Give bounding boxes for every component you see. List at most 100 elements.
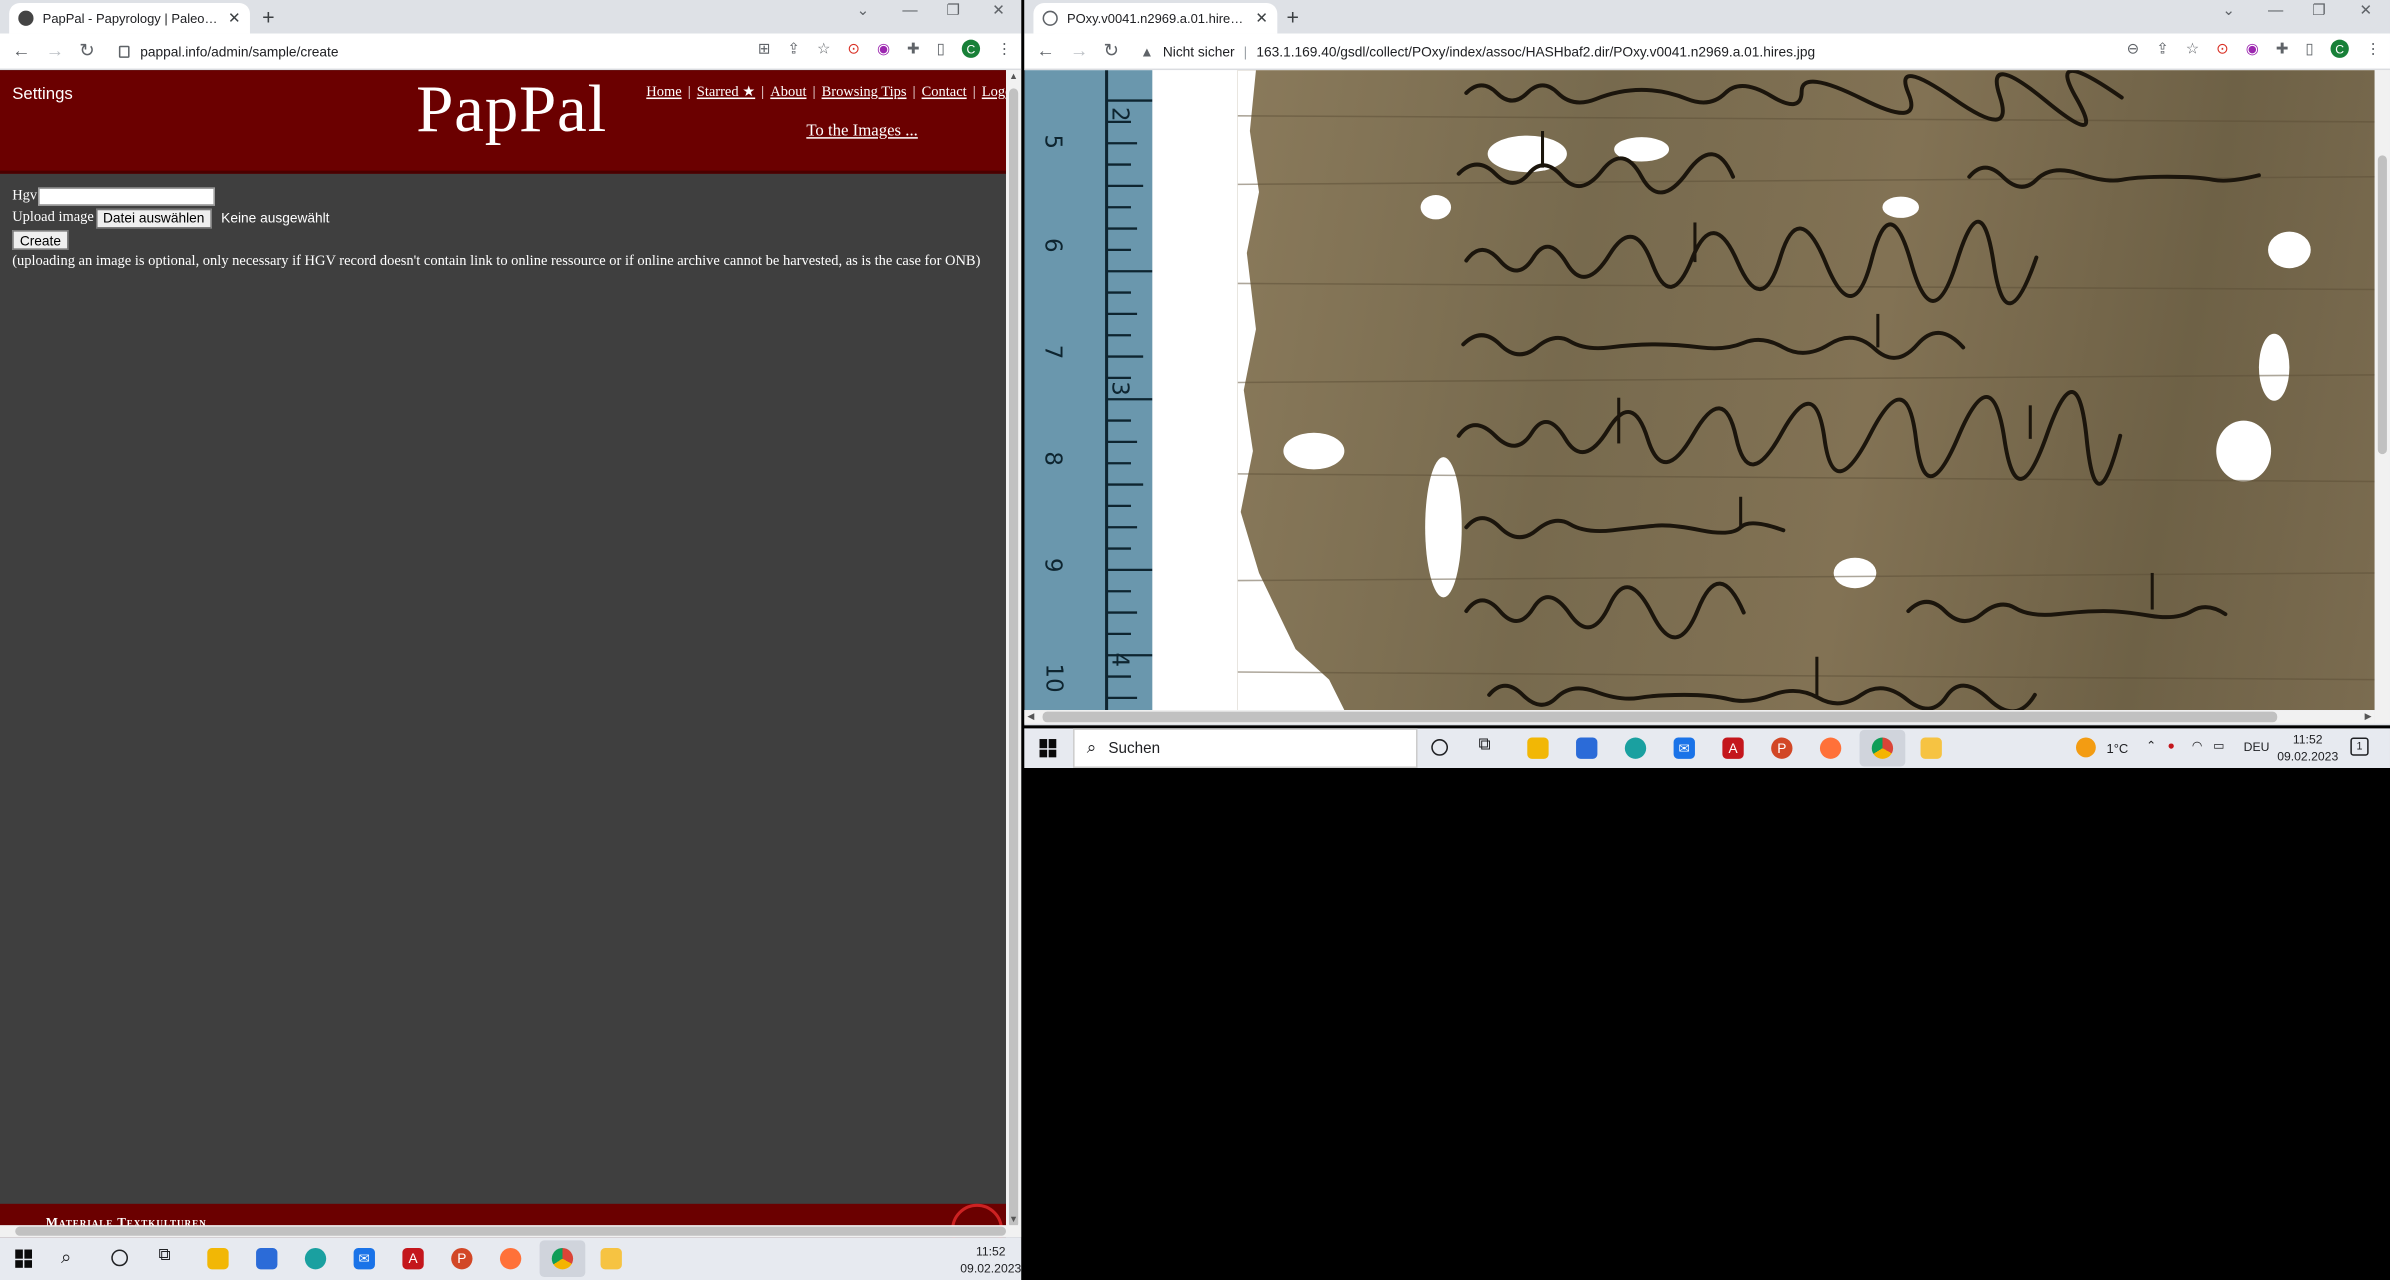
firefox-icon[interactable]: [1819, 737, 1842, 759]
notes-app-icon[interactable]: [1920, 737, 1942, 759]
side-panel-icon[interactable]: ▯: [937, 40, 945, 57]
powerpoint-icon[interactable]: P: [451, 1248, 473, 1270]
tab-search-chevron-icon[interactable]: ⌄: [857, 3, 870, 20]
right-address-bar[interactable]: ▲ Nicht sicher | 163.1.169.40/gsdl/colle…: [1140, 40, 1815, 64]
windows-start-icon[interactable]: [1039, 739, 1058, 758]
left-horizontal-scroll-thumb[interactable]: [15, 1226, 1006, 1236]
scroll-up-arrow-icon[interactable]: ▲: [1009, 73, 1018, 82]
side-panel-icon[interactable]: ▯: [2305, 40, 2313, 57]
left-active-tab[interactable]: PapPal - Papyrology | Paleograph ✕: [9, 3, 250, 34]
reload-icon[interactable]: ↻: [1104, 40, 1119, 61]
restore-icon[interactable]: ❐: [2312, 3, 2326, 20]
right-vertical-scrollbar[interactable]: [2374, 70, 2390, 724]
menu-kebab-icon[interactable]: ⋮: [2366, 40, 2381, 57]
extension-red-icon[interactable]: ⊙: [847, 40, 860, 57]
nav-about[interactable]: About: [770, 85, 806, 100]
reload-icon[interactable]: ↻: [79, 40, 94, 61]
chrome-icon[interactable]: [551, 1248, 574, 1270]
nav-starred[interactable]: Starred ★: [697, 85, 755, 100]
notification-center-icon[interactable]: 1: [2350, 737, 2369, 756]
extension-purple-icon[interactable]: ◉: [2246, 40, 2259, 57]
left-taskbar-clock[interactable]: 11:52 09.02.2023: [960, 1243, 1021, 1277]
minimize-icon[interactable]: —: [2268, 3, 2283, 20]
extensions-puzzle-icon[interactable]: ✚: [2276, 40, 2289, 57]
restore-icon[interactable]: ❐: [947, 3, 961, 20]
forward-icon[interactable]: →: [46, 40, 64, 61]
cortana-icon[interactable]: [1431, 739, 1449, 756]
close-tab-icon[interactable]: ✕: [228, 10, 241, 27]
share-icon[interactable]: ⇪: [787, 40, 800, 57]
mail-icon[interactable]: ✉: [353, 1248, 375, 1270]
powerpoint-icon[interactable]: P: [1771, 737, 1793, 759]
zoom-icon[interactable]: ⊖: [2127, 40, 2140, 57]
share-icon[interactable]: ⇪: [2156, 40, 2169, 57]
menu-kebab-icon[interactable]: ⋮: [997, 40, 1012, 57]
windows-start-icon[interactable]: [15, 1249, 33, 1268]
file-explorer-icon[interactable]: [207, 1248, 229, 1270]
right-horizontal-scroll-thumb[interactable]: [1042, 711, 2278, 723]
tray-chevron-up-icon[interactable]: ⌃: [2146, 739, 2156, 753]
left-horizontal-scrollbar[interactable]: [0, 1225, 1022, 1238]
search-icon[interactable]: ⌕: [61, 1246, 71, 1269]
store-icon[interactable]: [1576, 737, 1598, 759]
weather-temperature[interactable]: 1°C: [2106, 741, 2128, 756]
battery-icon[interactable]: ▭: [2213, 739, 2225, 753]
acrobat-icon[interactable]: A: [402, 1248, 424, 1270]
acrobat-icon[interactable]: A: [1722, 737, 1744, 759]
extension-purple-icon[interactable]: ◉: [877, 40, 890, 57]
bookmark-star-icon[interactable]: ☆: [817, 40, 831, 57]
store-icon[interactable]: [256, 1248, 278, 1270]
tray-app-icon[interactable]: ●: [2167, 739, 2174, 753]
forward-icon[interactable]: →: [1070, 40, 1088, 61]
to-the-images-link[interactable]: To the Images ...: [806, 122, 918, 140]
file-explorer-icon[interactable]: [1527, 737, 1549, 759]
task-view-icon[interactable]: ⧉: [159, 1246, 171, 1266]
profile-avatar[interactable]: C: [961, 39, 981, 58]
extension-red-icon[interactable]: ⊙: [2216, 40, 2229, 57]
close-tab-icon[interactable]: ✕: [1255, 10, 1268, 27]
settings-link[interactable]: Settings: [12, 85, 73, 103]
create-button[interactable]: Create: [12, 230, 69, 250]
close-window-icon[interactable]: ✕: [2360, 3, 2373, 20]
language-indicator[interactable]: DEU: [2244, 741, 2270, 755]
scroll-down-arrow-icon[interactable]: ▼: [1009, 1216, 1018, 1225]
new-tab-button[interactable]: +: [262, 5, 274, 29]
chrome-icon[interactable]: [1871, 737, 1894, 759]
left-vertical-scroll-thumb[interactable]: [1009, 88, 1019, 1229]
close-window-icon[interactable]: ✕: [992, 3, 1005, 20]
right-vertical-scroll-thumb[interactable]: [2377, 155, 2387, 455]
choose-file-button[interactable]: Datei auswählen: [95, 208, 213, 228]
new-tab-button[interactable]: +: [1286, 5, 1298, 29]
translate-icon[interactable]: ⊞: [758, 40, 771, 57]
scroll-left-arrow-icon[interactable]: ◀: [1027, 712, 1034, 722]
task-view-icon[interactable]: ⧉: [1479, 736, 1491, 756]
right-horizontal-scrollbar[interactable]: ◀ ▶: [1024, 710, 2375, 724]
minimize-icon[interactable]: —: [902, 3, 917, 20]
taskbar-search-box[interactable]: ⌕ Suchen: [1073, 728, 1418, 769]
cortana-icon[interactable]: [111, 1249, 129, 1267]
nav-home[interactable]: Home: [646, 85, 681, 100]
nav-contact[interactable]: Contact: [922, 85, 967, 100]
edge-icon[interactable]: [304, 1248, 327, 1270]
mail-icon[interactable]: ✉: [1673, 737, 1695, 759]
right-taskbar-clock[interactable]: 11:52 09.02.2023: [2277, 731, 2338, 765]
edge-icon[interactable]: [1624, 737, 1647, 759]
tab-search-chevron-icon[interactable]: ⌄: [2222, 3, 2235, 20]
nav-logout[interactable]: Logou: [982, 85, 1006, 100]
notes-app-icon[interactable]: [600, 1248, 622, 1270]
site-logo[interactable]: PapPal: [416, 70, 607, 148]
back-icon[interactable]: ←: [1036, 40, 1054, 61]
left-address-bar[interactable]: pappal.info/admin/sample/create: [118, 40, 338, 64]
extensions-puzzle-icon[interactable]: ✚: [907, 40, 920, 57]
firefox-icon[interactable]: [499, 1248, 522, 1270]
back-icon[interactable]: ←: [12, 40, 30, 61]
bookmark-star-icon[interactable]: ☆: [2186, 40, 2200, 57]
weather-sun-icon[interactable]: [2076, 737, 2096, 758]
left-vertical-scrollbar[interactable]: ▲ ▼: [1005, 70, 1022, 1229]
nav-browsing-tips[interactable]: Browsing Tips: [822, 85, 907, 100]
profile-avatar[interactable]: C: [2330, 39, 2349, 58]
papyrus-image-viewer[interactable]: 2 5 6 7 3 8 9 4 10: [1024, 70, 2375, 711]
network-icon[interactable]: ◠: [2192, 739, 2203, 753]
hgv-input[interactable]: [38, 187, 216, 206]
right-active-tab[interactable]: POxy.v0041.n2969.a.01.hires.jpg ✕: [1033, 3, 1278, 34]
